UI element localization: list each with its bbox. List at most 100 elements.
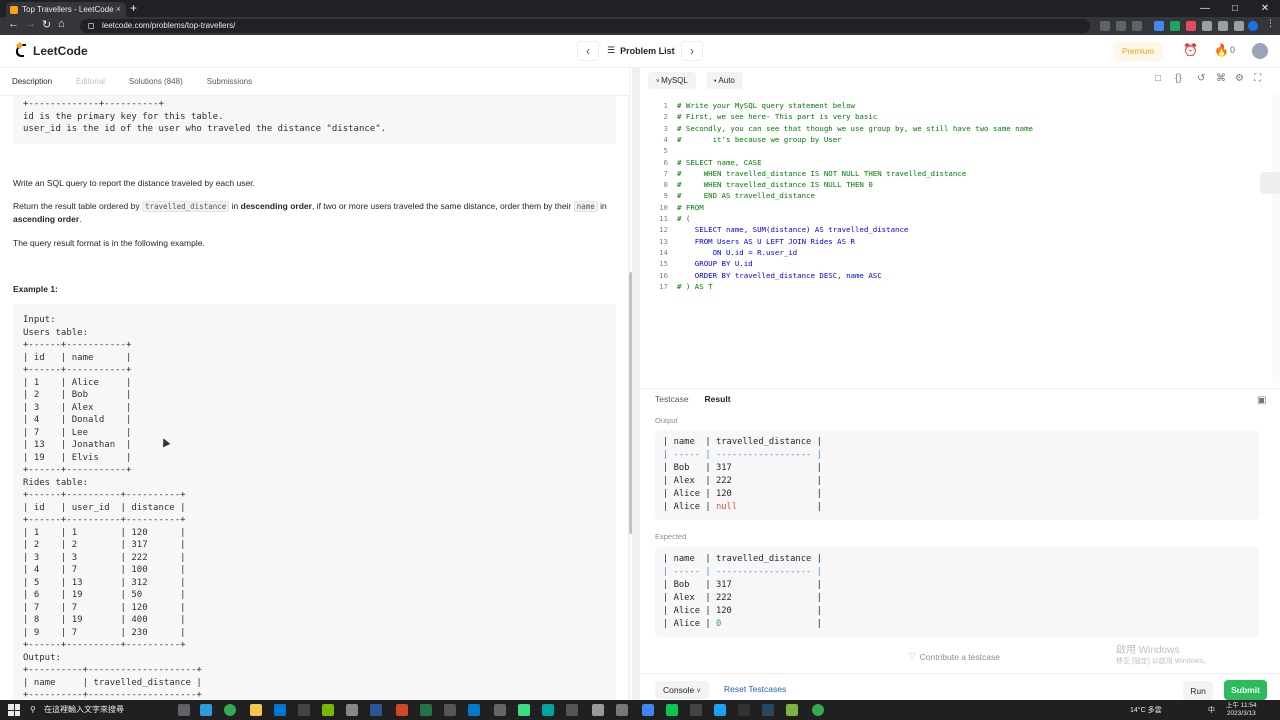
weather-status[interactable]: 14°C 多雲 [1130, 705, 1162, 715]
close-tab-icon[interactable]: × [116, 2, 121, 17]
fullscreen-icon[interactable]: ⛶ [1254, 73, 1261, 84]
taskbar-search[interactable]: ⚲ 在這裡輸入文字來搜尋 [26, 702, 166, 718]
new-tab-button[interactable]: + [130, 1, 137, 15]
streak-flame-icon[interactable]: 🔥 [1214, 43, 1229, 57]
taskbar-app-icon[interactable] [298, 704, 310, 716]
file-explorer-icon[interactable] [250, 704, 262, 716]
tab-editorial[interactable]: Editorial [64, 68, 117, 95]
excel-icon[interactable] [420, 704, 432, 716]
table-row: | Alice | 120 | [663, 606, 822, 616]
chrome-active-icon[interactable] [812, 704, 824, 716]
puzzle-extensions-icon[interactable] [1202, 21, 1212, 31]
taskbar-app-icon[interactable] [592, 704, 604, 716]
taskbar-app-icon[interactable] [518, 704, 530, 716]
ime-indicator[interactable]: 中 [1208, 705, 1215, 715]
home-icon[interactable]: ⌂ [58, 18, 65, 30]
autocomplete-mode[interactable]: • Auto [706, 72, 743, 89]
shortcuts-icon[interactable]: ⌘ [1216, 73, 1226, 84]
taskbar-app-icon[interactable] [494, 704, 506, 716]
table-row: | Alice | null | [663, 502, 822, 512]
task-view-icon[interactable] [178, 704, 190, 716]
contribute-testcase-link[interactable]: ♡ Contribute a testcase [908, 651, 1000, 662]
code-line: 17 # ) AS T [640, 281, 1280, 292]
address-bar[interactable]: leetcode.com/problems/top-travellers/ [80, 19, 1090, 33]
user-avatar[interactable] [1252, 43, 1268, 59]
taskbar-app-icon[interactable] [714, 704, 726, 716]
separator-text: | ----- | ------------------ | [663, 450, 822, 460]
tab-testcase[interactable]: Testcase [655, 394, 689, 404]
zoom-icon[interactable] [1100, 21, 1110, 31]
taskbar-app-icon[interactable] [200, 704, 212, 716]
system-clock[interactable]: 上午 11:54 2023/3/13 [1226, 702, 1257, 718]
taskbar-app-icon[interactable] [274, 704, 286, 716]
mode-value: Auto [718, 76, 735, 85]
minimize-icon[interactable]: — [1190, 0, 1220, 17]
taskbar-app-icon[interactable] [444, 704, 456, 716]
profile-avatar-icon[interactable] [1248, 21, 1258, 31]
submit-button[interactable]: Submit [1224, 680, 1267, 700]
next-problem-button[interactable]: › [681, 41, 703, 61]
premium-button[interactable]: Premium [1113, 42, 1163, 61]
tab-submissions[interactable]: Submissions [195, 68, 264, 95]
panel-splitter[interactable] [632, 68, 640, 700]
chrome-icon[interactable] [224, 704, 236, 716]
taskbar-app-icon[interactable] [738, 704, 750, 716]
translate-extension-icon[interactable] [1154, 21, 1164, 31]
expand-panel-icon[interactable]: ▣ [1257, 395, 1266, 406]
windows-start-icon[interactable] [8, 704, 20, 716]
powerpoint-icon[interactable] [396, 704, 408, 716]
notes-side-tab[interactable] [1260, 172, 1280, 194]
code-text: # ( [677, 214, 691, 223]
code-editor[interactable]: 1 # Write your MySQL query statement belo… [640, 96, 1280, 386]
leetcode-logo[interactable]: LeetCode [14, 41, 88, 59]
tab-result[interactable]: Result [705, 394, 731, 404]
browser-tab[interactable]: Top Travellers - LeetCode × [6, 2, 126, 17]
steam-icon[interactable] [762, 704, 774, 716]
settings-gear-icon[interactable]: ⚙ [1235, 73, 1244, 84]
more-menu-icon[interactable]: ⋮ [1266, 18, 1276, 28]
cell-name: Alice [673, 489, 701, 499]
code-line: 16 ORDER BY travelled_distance DESC, nam… [640, 270, 1280, 281]
media-icon[interactable] [1218, 21, 1228, 31]
reset-testcases-link[interactable]: Reset Testcases [724, 684, 786, 694]
back-icon[interactable]: ← [8, 18, 19, 30]
taskbar-app-icon[interactable] [542, 704, 554, 716]
vscode-icon[interactable] [468, 704, 480, 716]
problem-list-button[interactable]: ☰ Problem List [607, 45, 675, 56]
run-button[interactable]: Run [1183, 681, 1213, 701]
taskbar-app-icon[interactable] [566, 704, 578, 716]
share-icon[interactable] [1116, 21, 1126, 31]
taskbar-app-icon[interactable] [690, 704, 702, 716]
extension-icon[interactable] [1170, 21, 1180, 31]
console-button[interactable]: Console ˅ [655, 681, 709, 699]
sidepanel-icon[interactable] [1234, 21, 1244, 31]
taskbar-app-icon[interactable] [346, 704, 358, 716]
editor-scrollbar[interactable] [1272, 93, 1280, 383]
bookmark-star-icon[interactable] [1132, 21, 1142, 31]
tab-description[interactable]: Description [0, 68, 64, 95]
extension-icon[interactable] [1186, 21, 1196, 31]
expected-label: Expected [655, 532, 687, 541]
word-icon[interactable] [370, 704, 382, 716]
example-heading: Example 1: [13, 284, 58, 294]
lock-icon [88, 23, 94, 29]
prev-problem-button[interactable]: ‹ [577, 41, 599, 61]
forward-icon[interactable]: → [25, 18, 36, 30]
language-select[interactable]: ˅ MySQL [648, 72, 696, 89]
reload-icon[interactable]: ↻ [42, 18, 51, 31]
tab-solutions[interactable]: Solutions (848) [117, 68, 195, 95]
bookmark-icon[interactable]: □ [1155, 73, 1161, 84]
taskbar-app-icon[interactable] [786, 704, 798, 716]
maximize-icon[interactable]: □ [1220, 0, 1250, 17]
logo-text: LeetCode [33, 44, 88, 58]
taskbar-app-icon[interactable] [616, 704, 628, 716]
alarm-clock-icon[interactable]: ⏰ [1183, 43, 1198, 57]
ordering-text: in [229, 201, 241, 211]
braces-icon[interactable]: {} [1175, 73, 1182, 84]
table-separator-row: | ----- | ------------------ | [663, 449, 1251, 462]
line-app-icon[interactable] [666, 704, 678, 716]
nvidia-icon[interactable] [322, 704, 334, 716]
reset-code-icon[interactable]: ↺ [1197, 73, 1205, 84]
taskbar-app-icon[interactable] [642, 704, 654, 716]
close-window-icon[interactable]: ✕ [1250, 0, 1280, 17]
